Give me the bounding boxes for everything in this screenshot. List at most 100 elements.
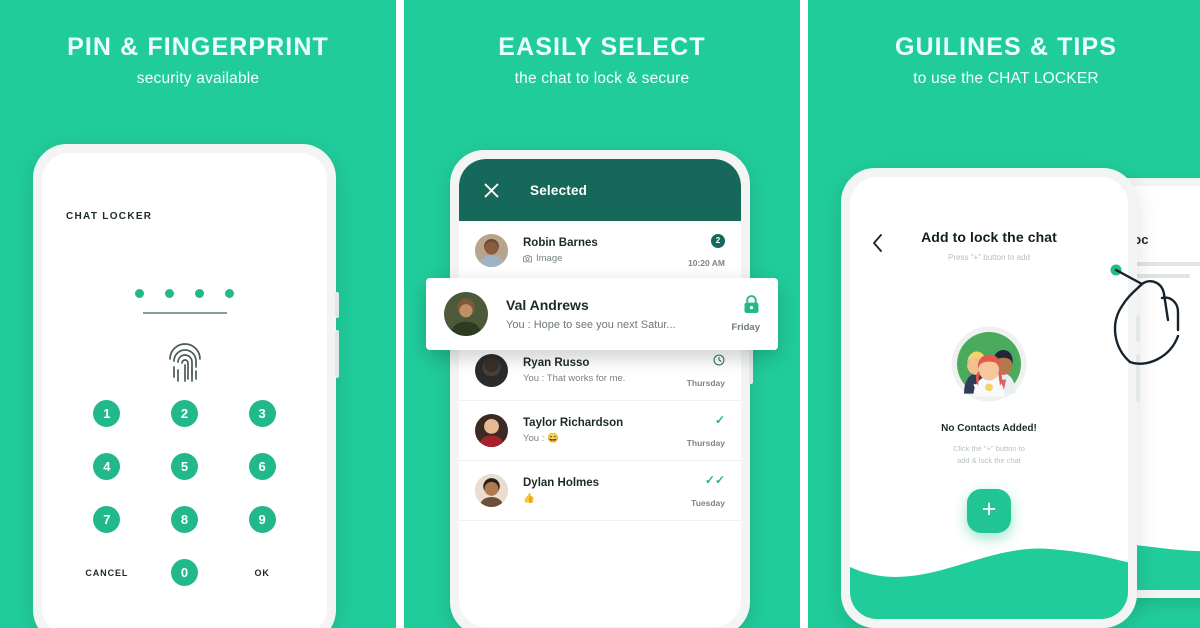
panel-easily-select: EASILY SELECT the chat to lock & secure … [404, 0, 800, 628]
phone-mockup-pin: CHAT LOCKER 1 2 3 4 5 6 7 8 9 CANCEL 0 O… [33, 144, 339, 628]
chat-timestamp: Thursday [686, 377, 725, 388]
chat-row-meta: Thursday [687, 354, 725, 388]
app-brand-label: CHAT LOCKER [66, 211, 153, 222]
camera-icon [523, 255, 532, 263]
chat-contact-name: Robin Barnes [523, 237, 598, 249]
table-row[interactable]: Taylor Richardson You : 😄 ✓ Thursday [459, 401, 741, 461]
fingerprint-button[interactable] [42, 339, 327, 390]
promo-banner: PIN & FINGERPRINT security available CHA… [0, 0, 1200, 628]
keypad-key-7[interactable]: 7 [93, 506, 121, 533]
panel-divider [800, 0, 808, 628]
keypad-key-2[interactable]: 2 [170, 400, 198, 427]
chat-preview-text: You : 😄 [523, 433, 559, 444]
chat-preview-text: You : That works for me. [523, 373, 626, 384]
keypad-key-8[interactable]: 8 [170, 506, 198, 533]
fingerprint-icon [168, 343, 201, 382]
keypad-cancel-button[interactable]: CANCEL [85, 559, 128, 586]
chat-row-main: Ryan Russo You : That works for me. [523, 357, 687, 384]
chat-row-meta: 2 10:20 AM [687, 233, 725, 268]
chat-timestamp: Tuesday [691, 497, 725, 508]
double-check-icon: ✓✓ [704, 472, 725, 487]
chat-contact-name: Taylor Richardson [523, 417, 624, 429]
keypad-key-4[interactable]: 4 [93, 453, 121, 480]
chat-preview: 👍 [523, 493, 691, 504]
empty-state-subtitle: Click the "+" button to add & lock the c… [850, 443, 1128, 468]
chat-preview: Image [523, 253, 688, 264]
table-row[interactable]: Ryan Russo You : That works for me. Thur… [459, 341, 741, 401]
panel-1-title: PIN & FINGERPRINT [67, 33, 329, 61]
panel-2-subtitle: the chat to lock & secure [514, 69, 690, 87]
phone-mockup-addcontacts: Add to lock the chat Press "+" button to… [841, 168, 1140, 628]
panel-2-heading: EASILY SELECT the chat to lock & secure [404, 33, 800, 88]
status-badge: 2 [711, 233, 725, 248]
pointing-hand-icon [1110, 264, 1180, 365]
pin-underline [142, 312, 227, 314]
page-title: Add to lock the chat [921, 229, 1057, 245]
avatar [475, 354, 508, 387]
chat-preview-text: Image [536, 253, 563, 264]
avatar [475, 474, 508, 507]
keypad-key-1[interactable]: 1 [93, 400, 121, 427]
phone-volume-button [335, 292, 339, 318]
clock-icon [713, 354, 725, 365]
phone-power-button [335, 330, 339, 378]
panel-3-title: GUILINES & TIPS [894, 33, 1118, 61]
chat-row-meta: ✓ Thursday [687, 414, 725, 448]
pin-keypad: 1 2 3 4 5 6 7 8 9 CANCEL 0 OK [68, 400, 301, 586]
selection-appbar: Selected [459, 159, 741, 221]
keypad-key-6[interactable]: 6 [248, 453, 276, 480]
table-row[interactable]: Dylan Holmes 👍 ✓✓ Tuesday [459, 461, 741, 521]
selected-chat-meta: Friday [731, 295, 760, 333]
selected-chat-card[interactable]: Val Andrews You : Hope to see you next S… [426, 278, 778, 350]
pin-screen: CHAT LOCKER 1 2 3 4 5 6 7 8 9 CANCEL 0 O… [42, 153, 327, 628]
panel-1-heading: PIN & FINGERPRINT security available [0, 33, 396, 88]
chat-list: Robin Barnes Image 2 10:20 AM Ryan Russo… [459, 221, 741, 521]
selected-chat-timestamp: Friday [731, 322, 760, 333]
pin-entry-display [42, 285, 327, 314]
pin-dot [165, 289, 174, 298]
keypad-key-3[interactable]: 3 [248, 400, 276, 427]
panel-guidelines-tips: GUILINES & TIPS to use the CHAT LOCKER e… [808, 0, 1200, 628]
lock-icon [744, 295, 759, 313]
keypad-key-0[interactable]: 0 [170, 559, 198, 586]
chat-list-screen: Selected Robin Barnes Image 2 10:20 AM R… [459, 159, 741, 627]
chat-row-meta: ✓✓ Tuesday [691, 474, 725, 508]
chat-preview-text: 👍 [523, 493, 535, 504]
avatar [444, 292, 488, 336]
add-contacts-screen: Add to lock the chat Press "+" button to… [850, 177, 1128, 619]
selected-chat-preview: You : Hope to see you next Satur... [506, 319, 676, 331]
keypad-key-5[interactable]: 5 [170, 453, 198, 480]
people-group-icon [951, 326, 1027, 402]
avatar [475, 414, 508, 447]
keypad-ok-button[interactable]: OK [255, 559, 270, 586]
table-row[interactable]: Robin Barnes Image 2 10:20 AM [459, 221, 741, 281]
panel-3-subtitle: to use the CHAT LOCKER [913, 69, 1099, 87]
panel-1-subtitle: security available [136, 69, 260, 87]
plus-icon: + [981, 495, 997, 523]
chat-row-main: Taylor Richardson You : 😄 [523, 417, 687, 444]
chat-timestamp: 10:20 AM [687, 257, 725, 268]
chat-contact-name: Ryan Russo [523, 357, 590, 369]
keypad-key-9[interactable]: 9 [248, 506, 276, 533]
empty-state-illustration [850, 325, 1128, 408]
selection-appbar-title: Selected [530, 182, 588, 198]
pin-dots [135, 289, 234, 298]
chat-preview: You : 😄 [523, 433, 687, 444]
pin-dot [195, 289, 204, 298]
pin-dot [135, 289, 144, 298]
chat-contact-name: Dylan Holmes [523, 477, 600, 489]
chat-timestamp: Thursday [686, 437, 725, 448]
panel-divider [396, 0, 404, 628]
close-icon[interactable] [483, 182, 500, 199]
wave-decoration [850, 548, 1128, 619]
single-check-icon: ✓ [714, 412, 725, 427]
panel-3-heading: GUILINES & TIPS to use the CHAT LOCKER [808, 33, 1200, 88]
empty-state-title: No Contacts Added! [941, 423, 1037, 434]
panel-2-title: EASILY SELECT [498, 33, 706, 61]
pointing-hand-icon [1190, 418, 1200, 510]
chat-row-main: Dylan Holmes 👍 [523, 477, 691, 504]
page-subtitle: Press "+" button to add [948, 253, 1030, 262]
empty-state-line-1: Click the "+" button to [953, 444, 1025, 453]
empty-state-line-2: add & lock the chat [957, 456, 1021, 466]
avatar [475, 234, 508, 267]
